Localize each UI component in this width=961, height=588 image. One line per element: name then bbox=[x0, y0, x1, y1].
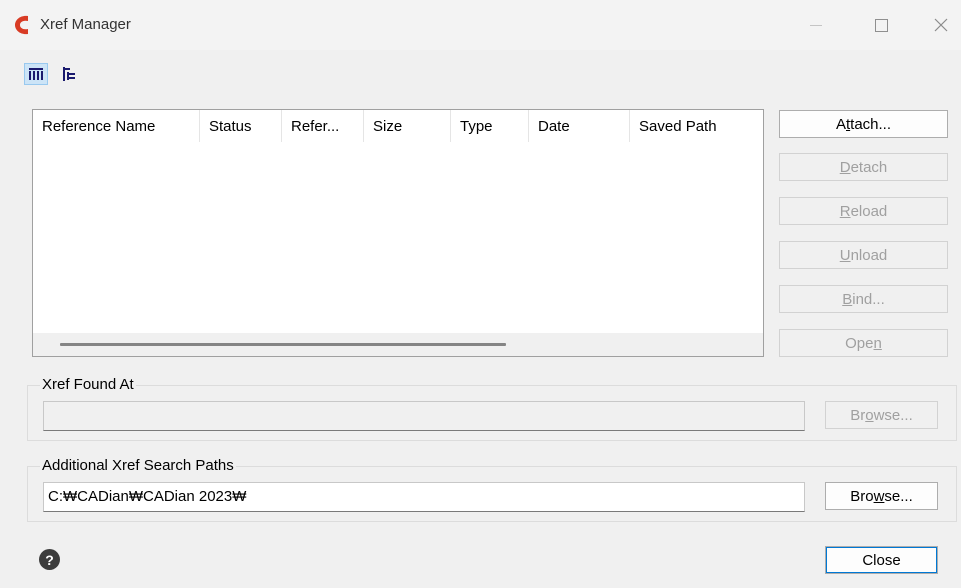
column-header-reference-name[interactable]: Reference Name bbox=[33, 110, 200, 142]
xref-found-browse-button[interactable]: Br o wse... bbox=[825, 401, 938, 429]
xref-list[interactable]: Reference Name Status Refer... Size Type… bbox=[32, 109, 764, 357]
list-view-button[interactable] bbox=[24, 63, 48, 85]
column-header-status[interactable]: Status bbox=[200, 110, 282, 142]
window-title: Xref Manager bbox=[40, 16, 131, 33]
reload-button[interactable]: Reload bbox=[779, 197, 948, 225]
column-header-size[interactable]: Size bbox=[364, 110, 451, 142]
app-logo-icon bbox=[15, 15, 28, 35]
help-icon[interactable]: ? bbox=[39, 549, 60, 570]
additional-search-paths-input[interactable]: C:₩CADian₩CADian 2023₩ bbox=[43, 482, 805, 512]
detach-button[interactable]: Detach bbox=[779, 153, 948, 181]
bind-button[interactable]: Bind... bbox=[779, 285, 948, 313]
column-header-saved-path[interactable]: Saved Path bbox=[630, 110, 763, 142]
tree-view-button[interactable] bbox=[57, 63, 81, 85]
unload-button[interactable]: Unload bbox=[779, 241, 948, 269]
xref-found-at-label: Xref Found At bbox=[40, 376, 136, 393]
close-button[interactable]: Close bbox=[825, 546, 938, 574]
close-window-button[interactable] bbox=[921, 10, 961, 40]
xref-found-at-field bbox=[43, 401, 805, 431]
attach-button[interactable]: At tach... bbox=[779, 110, 948, 138]
column-header-referenced-by[interactable]: Refer... bbox=[282, 110, 364, 142]
minimize-button[interactable] bbox=[796, 10, 836, 40]
maximize-button[interactable] bbox=[861, 10, 901, 40]
maximize-icon bbox=[874, 18, 888, 32]
additional-search-paths-label: Additional Xref Search Paths bbox=[40, 457, 236, 474]
list-view-icon bbox=[29, 68, 43, 80]
column-header-date[interactable]: Date bbox=[529, 110, 630, 142]
tree-view-icon bbox=[63, 67, 75, 81]
scrollbar-thumb[interactable] bbox=[60, 343, 506, 346]
close-icon bbox=[934, 18, 948, 32]
column-header-type[interactable]: Type bbox=[451, 110, 529, 142]
horizontal-scrollbar[interactable] bbox=[33, 333, 763, 356]
search-paths-browse-button[interactable]: Bro w se... bbox=[825, 482, 938, 510]
title-bar: Xref Manager bbox=[0, 0, 961, 50]
open-button[interactable]: Ope n bbox=[779, 329, 948, 357]
minimize-icon bbox=[810, 24, 822, 26]
